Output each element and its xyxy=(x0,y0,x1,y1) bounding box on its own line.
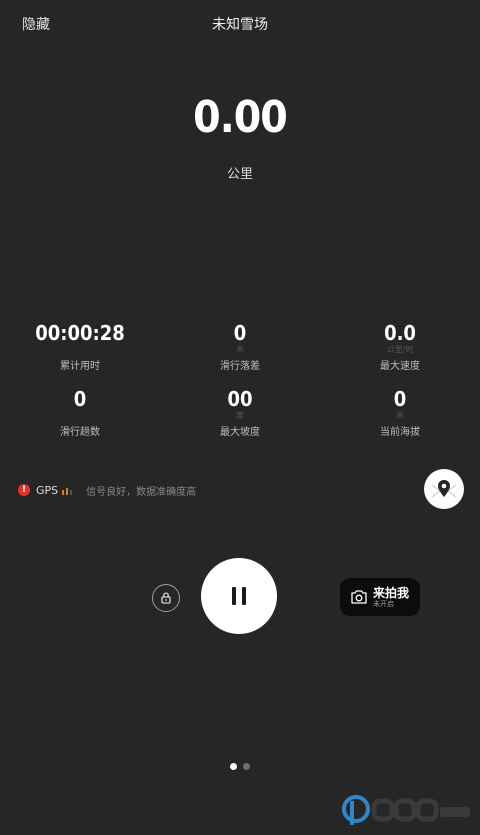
stat-value: 00:00:28 xyxy=(35,321,125,345)
stat-label: 滑行趟数 xyxy=(60,427,100,438)
stat-label: 累计用时 xyxy=(60,361,100,372)
page-dot-active[interactable] xyxy=(230,763,237,770)
distance-unit: 公里 xyxy=(226,167,253,182)
stat-label: 当前海拔 xyxy=(380,427,420,438)
stat-unit xyxy=(0,345,160,355)
lock-icon xyxy=(161,592,171,604)
map-pin-icon xyxy=(431,480,457,498)
page-dot[interactable] xyxy=(243,763,250,770)
stat-value: 0 xyxy=(73,387,87,411)
alert-icon: ! xyxy=(18,484,30,496)
stat-value: 0.0 xyxy=(384,321,416,345)
gps-label: GPS xyxy=(36,483,59,497)
stat-unit: 度 xyxy=(236,411,244,420)
stat-unit: 米 xyxy=(396,411,404,420)
signal-bars-icon xyxy=(62,485,73,495)
stat-max-slope: 00 度 最大坡度 xyxy=(160,387,320,438)
map-button[interactable] xyxy=(424,469,464,509)
stat-label: 最大速度 xyxy=(380,361,420,372)
lock-button[interactable] xyxy=(152,584,180,612)
page-title: 未知雪场 xyxy=(212,17,268,33)
photo-me-button[interactable]: 来拍我 未开启 xyxy=(340,578,420,616)
stat-unit: 米 xyxy=(236,345,244,354)
stat-unit: 公里/时 xyxy=(386,345,414,354)
stat-run-count: 0 滑行趟数 xyxy=(0,387,160,438)
stat-value: 00 xyxy=(227,387,253,411)
stat-total-time: 00:00:28 累计用时 xyxy=(0,321,160,372)
stat-label: 最大坡度 xyxy=(220,427,260,438)
stat-unit xyxy=(0,411,160,421)
camera-icon xyxy=(351,590,367,604)
stat-value: 0 xyxy=(233,321,247,345)
page-indicator xyxy=(0,763,480,770)
stat-value: 0 xyxy=(393,387,407,411)
stat-label: 滑行落差 xyxy=(220,361,260,372)
pause-button[interactable] xyxy=(201,558,277,634)
distance-value: 0.00 xyxy=(193,92,288,143)
gps-indicator: ! GPS 信号良好，数据准确度高 xyxy=(18,481,196,499)
stat-vertical-drop: 0 米 滑行落差 xyxy=(160,321,320,372)
stat-current-altitude: 0 米 当前海拔 xyxy=(320,387,480,438)
photo-me-label: 来拍我 xyxy=(373,585,410,600)
gps-status-text: 信号良好，数据准确度高 xyxy=(86,486,197,498)
photo-me-status: 未开启 xyxy=(373,599,394,608)
watermark-logo xyxy=(338,789,478,829)
stat-max-speed: 0.0 公里/时 最大速度 xyxy=(320,321,480,372)
pause-icon xyxy=(232,587,246,605)
